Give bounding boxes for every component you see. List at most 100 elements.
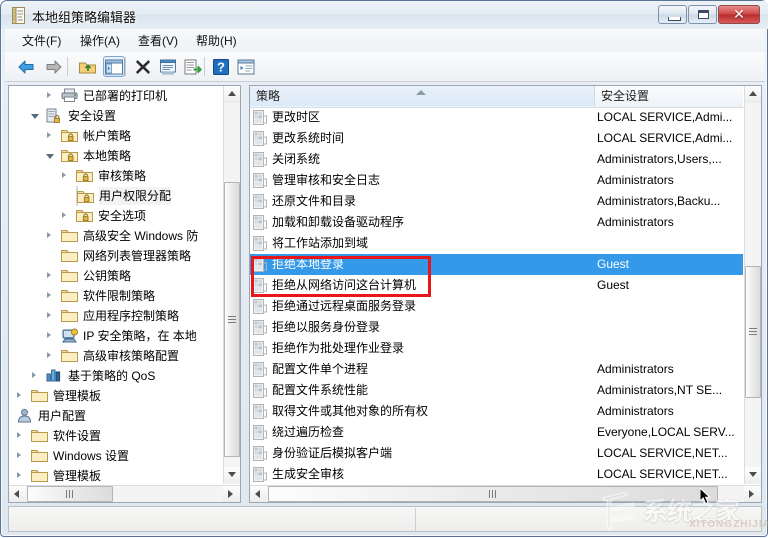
close-button[interactable]: ✕ xyxy=(718,5,760,24)
list-scroll-left-button[interactable] xyxy=(250,486,267,502)
delete-button[interactable] xyxy=(132,56,154,77)
close-icon: ✕ xyxy=(733,6,745,22)
policy-row[interactable]: 配置文件系统性能 Administrators,NT SE... xyxy=(250,380,743,401)
list-horizontal-scrollbar[interactable] xyxy=(250,485,761,502)
chevron-right-icon[interactable] xyxy=(47,132,51,138)
tree-scrollbar-thumb[interactable] xyxy=(224,182,240,457)
security-settings-icon xyxy=(46,108,63,123)
list-scroll-up-button[interactable] xyxy=(745,86,761,103)
tree-scroll-down-button[interactable] xyxy=(224,467,240,484)
tree-item-label: 审核策略 xyxy=(98,169,147,183)
policy-row[interactable]: 绕过遍历检查 Everyone,LOCAL SERV... xyxy=(250,422,743,443)
policy-item-icon xyxy=(253,446,268,461)
policy-row[interactable]: 拒绝通过远程桌面服务登录 xyxy=(250,296,743,317)
policy-row[interactable]: 加载和卸载设备驱动程序 Administrators xyxy=(250,212,743,233)
console-tree[interactable]: 已部署的打印机 安全设置 帐户策略 本地策略 审核策略 用户权限分配 安全选项 高级安全 Wi… xyxy=(9,86,222,484)
menu-file[interactable]: 文件(F) xyxy=(17,33,66,49)
tree-item-label: 已部署的打印机 xyxy=(83,89,168,103)
minimize-icon xyxy=(668,17,681,21)
policy-item-icon xyxy=(253,467,268,482)
policy-row[interactable]: 配置文件单个进程 Administrators xyxy=(250,359,743,380)
policy-row[interactable]: 将工作站添加到域 xyxy=(250,233,743,254)
tree-scroll-right-button[interactable] xyxy=(223,486,240,502)
policy-row[interactable]: 拒绝以服务身份登录 xyxy=(250,317,743,338)
policy-row[interactable]: 拒绝从网络访问这台计算机 Guest xyxy=(250,275,743,296)
policy-row[interactable]: 关闭系统 Administrators,Users,... xyxy=(250,149,743,170)
list-hscrollbar-thumb[interactable] xyxy=(268,486,718,502)
chevron-down-icon[interactable] xyxy=(46,154,54,159)
list-scrollbar-thumb[interactable] xyxy=(745,266,761,398)
policy-name: 配置文件系统性能 xyxy=(272,383,369,397)
tree-vertical-scrollbar[interactable] xyxy=(223,86,240,484)
folder-icon xyxy=(61,288,78,303)
chevron-right-icon[interactable] xyxy=(47,332,51,338)
status-separator xyxy=(415,508,416,532)
list-scroll-right-button[interactable] xyxy=(744,486,761,502)
policy-row[interactable]: 管理审核和安全日志 Administrators xyxy=(250,170,743,191)
policy-row[interactable]: 更改系统时间 LOCAL SERVICE,Admi... xyxy=(250,128,743,149)
menu-action[interactable]: 操作(A) xyxy=(75,33,125,49)
chevron-right-icon[interactable] xyxy=(47,312,51,318)
forward-button[interactable] xyxy=(43,56,65,77)
policy-item-icon xyxy=(253,320,268,335)
chevron-right-icon[interactable] xyxy=(17,392,21,398)
status-bar xyxy=(8,506,762,532)
tree-hscrollbar-thumb[interactable] xyxy=(27,486,113,502)
chevron-right-icon[interactable] xyxy=(17,452,21,458)
policy-security-setting: Administrators,NT SE... xyxy=(597,383,723,397)
chevron-right-icon[interactable] xyxy=(47,232,51,238)
up-one-level-button[interactable] xyxy=(77,56,99,77)
policy-security-setting: Administrators xyxy=(597,173,674,187)
chevron-right-icon[interactable] xyxy=(47,92,51,98)
chevron-right-icon[interactable] xyxy=(47,352,51,358)
maximize-button[interactable] xyxy=(688,5,717,24)
show-hide-tree-button[interactable] xyxy=(103,56,125,77)
chevron-right-icon[interactable] xyxy=(47,292,51,298)
chevron-right-icon[interactable] xyxy=(17,472,21,478)
tree-scroll-up-button[interactable] xyxy=(224,86,240,103)
minimize-button[interactable] xyxy=(658,5,687,24)
tree-scroll-left-button[interactable] xyxy=(9,486,26,502)
tree-item-5[interactable]: 用户权限分配 xyxy=(76,186,172,206)
title-bar[interactable]: 本地组策略编辑器 ✕ xyxy=(1,1,768,29)
policy-security-setting: LOCAL SERVICE,Admi... xyxy=(597,110,733,124)
column-header-policy[interactable]: 策略 xyxy=(250,86,595,106)
policy-row[interactable]: 还原文件和目录 Administrators,Backu... xyxy=(250,191,743,212)
list-scroll-down-button[interactable] xyxy=(745,467,761,484)
policy-row[interactable]: 身份验证后模拟客户端 LOCAL SERVICE,NET... xyxy=(250,443,743,464)
window-title: 本地组策略编辑器 xyxy=(32,10,137,25)
policy-list[interactable]: 更改时区 LOCAL SERVICE,Admi... 更改系统时间 LOCAL SER… xyxy=(250,107,743,484)
scrollbar-grip-icon xyxy=(489,490,496,498)
policy-row[interactable]: 拒绝本地登录 Guest xyxy=(250,254,743,275)
policy-name: 拒绝作为批处理作业登录 xyxy=(272,341,405,355)
policy-name: 将工作站添加到域 xyxy=(272,236,369,250)
column-header-security-setting[interactable]: 安全设置 xyxy=(595,86,743,106)
export-list-button[interactable] xyxy=(182,56,204,77)
chevron-right-icon[interactable] xyxy=(47,272,51,278)
menu-view[interactable]: 查看(V) xyxy=(133,33,183,49)
tree-item-label: 安全设置 xyxy=(68,109,117,123)
toolbar-separator xyxy=(204,57,205,76)
policy-row[interactable]: 拒绝作为批处理作业登录 xyxy=(250,338,743,359)
policy-row[interactable]: 取得文件或其他对象的所有权 Administrators xyxy=(250,401,743,422)
chevron-right-icon[interactable] xyxy=(62,172,66,178)
chevron-right-icon[interactable] xyxy=(62,212,66,218)
tree-horizontal-scrollbar[interactable] xyxy=(9,485,240,502)
policy-security-setting: Everyone,LOCAL SERV... xyxy=(597,425,735,439)
back-button[interactable] xyxy=(15,56,37,77)
properties-button[interactable] xyxy=(157,56,179,77)
folder-icon xyxy=(31,388,48,403)
list-vertical-scrollbar[interactable] xyxy=(744,86,761,484)
menu-help[interactable]: 帮助(H) xyxy=(191,33,242,49)
chevron-down-icon[interactable] xyxy=(31,114,39,119)
policy-row[interactable]: 更改时区 LOCAL SERVICE,Admi... xyxy=(250,107,743,128)
chevron-right-icon[interactable] xyxy=(17,432,21,438)
policy-row[interactable]: 生成安全审核 LOCAL SERVICE,NET... xyxy=(250,464,743,484)
maximize-icon xyxy=(698,10,709,19)
policy-security-setting: Administrators xyxy=(597,362,674,376)
help-button[interactable]: ? xyxy=(210,56,232,77)
scrollbar-grip-icon xyxy=(228,315,236,323)
chevron-right-icon[interactable] xyxy=(32,372,36,378)
policy-security-setting: Guest xyxy=(597,278,630,292)
view-mode-button[interactable] xyxy=(235,56,257,77)
